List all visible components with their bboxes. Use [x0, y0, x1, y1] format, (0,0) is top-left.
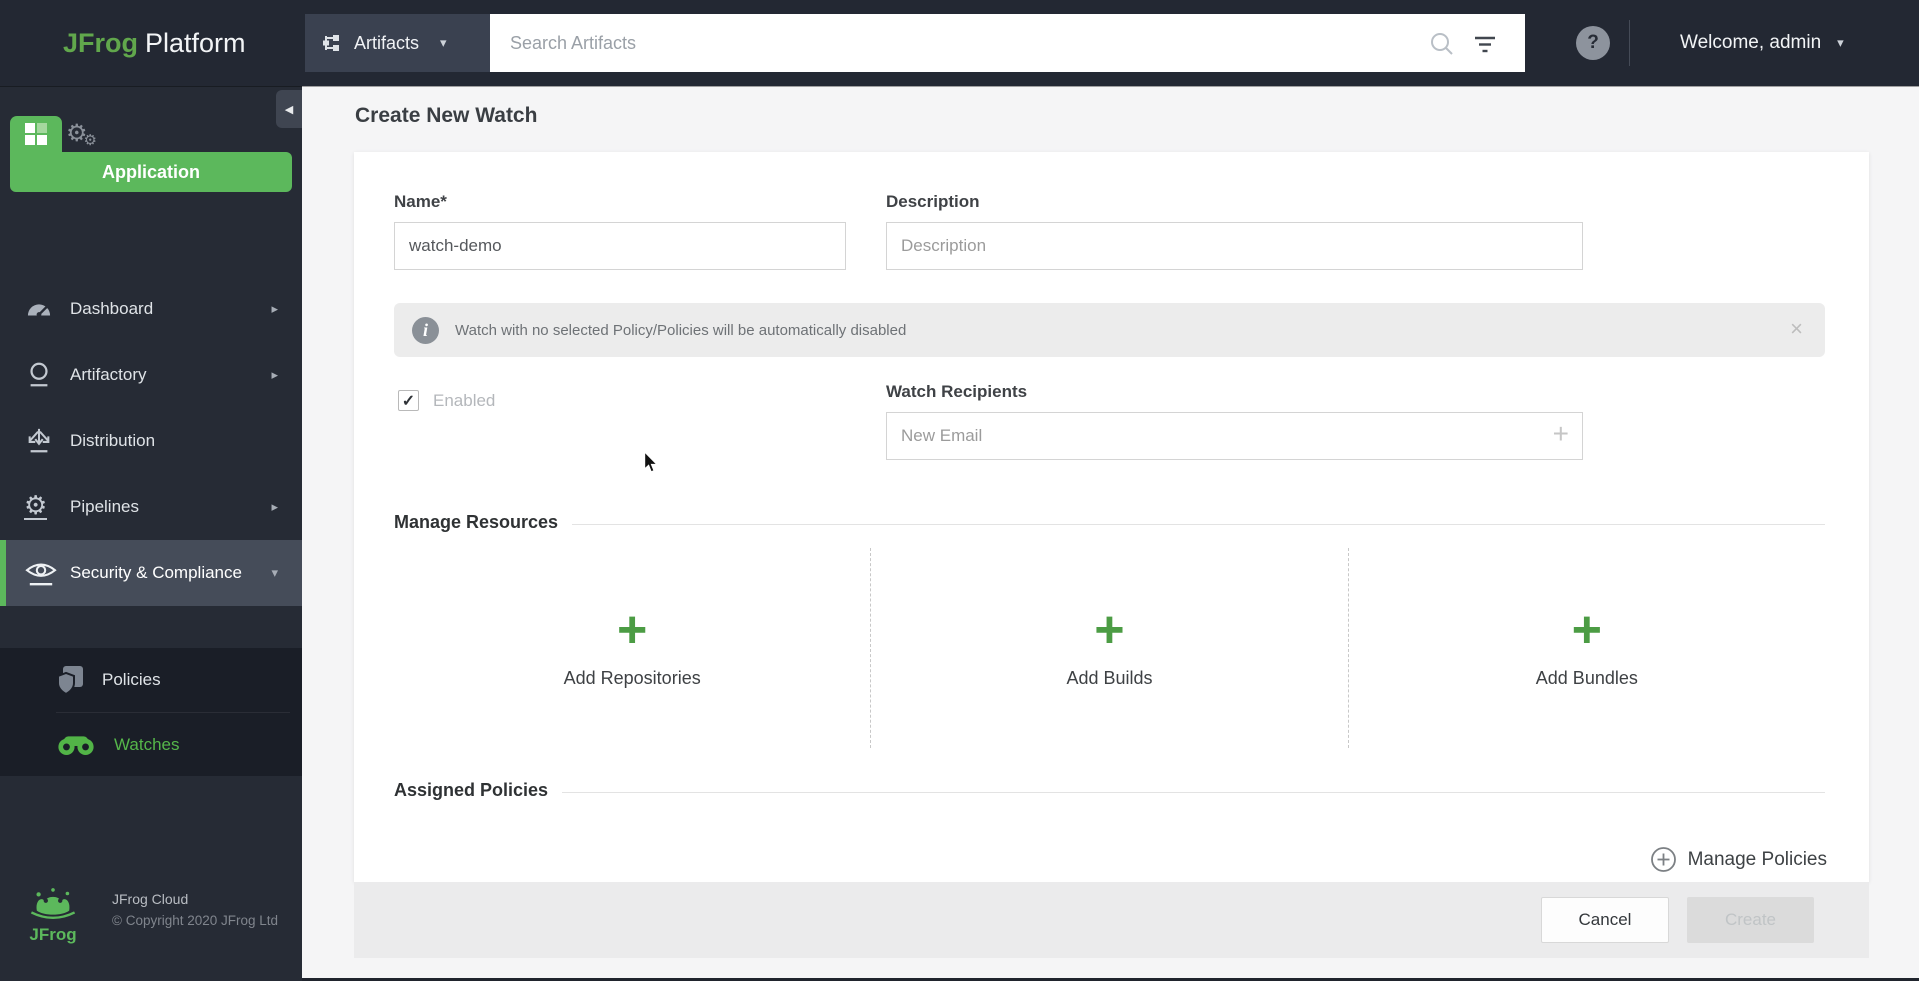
sidebar-item-dashboard[interactable]: Dashboard ▸: [0, 276, 302, 342]
plus-icon: +: [1571, 600, 1602, 659]
sidebar-item-label: Pipelines: [70, 497, 139, 516]
distribution-icon: [24, 427, 70, 455]
plus-icon: +: [616, 600, 648, 659]
info-banner-message: Watch with no selected Policy/Policies w…: [455, 321, 907, 339]
sidebar-collapse-button[interactable]: ◀: [276, 90, 302, 128]
search-icon[interactable]: [1429, 31, 1455, 57]
description-input[interactable]: [886, 222, 1583, 270]
sidebar: ⚙⚙ Application Dashboard ▸ Artifactory ▸…: [0, 86, 302, 981]
chevron-down-icon: ▾: [1837, 35, 1844, 50]
chevron-right-icon: ▸: [271, 367, 278, 382]
form-footer: Cancel Create: [354, 882, 1869, 958]
grid-icon: [25, 123, 47, 145]
help-glyph: ?: [1587, 32, 1599, 53]
search-bar: [490, 14, 1525, 72]
sidebar-item-label: Artifactory: [70, 365, 147, 384]
assigned-policies-section-header: Assigned Policies: [394, 780, 1825, 801]
plus-circle-icon: [1650, 846, 1677, 873]
context-switcher-label: Artifacts: [354, 32, 420, 53]
top-bar: JFrog Platform Artifacts ▾ Search Artifa…: [0, 0, 1919, 86]
artifactory-icon: [24, 361, 70, 389]
plus-icon: +: [1094, 600, 1125, 659]
name-input[interactable]: [394, 222, 846, 270]
policies-shield-icon: [56, 665, 84, 695]
main-content: ◀ Create New Watch Name* Description i W…: [276, 86, 1919, 981]
chevron-down-icon: ▾: [271, 565, 278, 580]
add-builds-label: Add Builds: [1066, 667, 1153, 688]
logo-text-platform: Platform: [145, 27, 246, 58]
sidebar-item-artifactory[interactable]: Artifactory ▸: [0, 342, 302, 408]
dashboard-gauge-icon: [24, 297, 70, 321]
close-icon[interactable]: ×: [1790, 316, 1803, 342]
sidebar-item-pipelines[interactable]: ⚙ Pipelines ▸: [0, 474, 302, 540]
add-repositories-label: Add Repositories: [563, 667, 701, 688]
info-icon: i: [412, 316, 439, 344]
help-icon[interactable]: ?: [1576, 26, 1610, 60]
chevron-right-icon: ▸: [271, 301, 278, 316]
manage-resources-section-header: Manage Resources: [394, 512, 1825, 533]
topbar-divider: [1629, 20, 1630, 66]
cancel-button[interactable]: Cancel: [1541, 897, 1669, 943]
add-repositories-button[interactable]: + Add Repositories: [394, 548, 870, 748]
chevron-down-icon: ▾: [440, 35, 447, 50]
resource-columns: + Add Repositories + Add Builds + Add Bu…: [394, 548, 1825, 748]
copyright-text: © Copyright 2020 JFrog Ltd: [112, 913, 279, 928]
jfrog-frog-logo: JFrog: [26, 887, 80, 945]
manage-policies-label: Manage Policies: [1687, 848, 1827, 870]
name-label: Name*: [394, 192, 447, 211]
enabled-label: Enabled: [433, 390, 496, 410]
sidebar-item-label: Dashboard: [70, 299, 154, 318]
application-grid-tab[interactable]: [10, 116, 62, 152]
logo-text-jfrog: JFrog: [63, 27, 139, 58]
security-submenu: Policies Watches: [0, 648, 302, 776]
sidebar-item-label: Policies: [102, 670, 161, 689]
add-builds-button[interactable]: + Add Builds: [870, 548, 1347, 748]
sidebar-item-security-compliance[interactable]: Security & Compliance ▾: [0, 540, 302, 606]
sidebar-item-policies[interactable]: Policies: [0, 648, 302, 712]
add-email-icon[interactable]: +: [1553, 418, 1569, 450]
manage-resources-title: Manage Resources: [394, 512, 559, 532]
user-menu[interactable]: Welcome, admin ▾: [1680, 0, 1844, 86]
sidebar-item-watches[interactable]: Watches: [0, 713, 302, 777]
settings-gears-icon[interactable]: ⚙⚙: [66, 119, 101, 149]
application-banner[interactable]: Application: [10, 152, 292, 192]
enabled-checkbox[interactable]: ✓: [398, 390, 419, 411]
tree-icon: [321, 32, 341, 54]
new-email-input[interactable]: [886, 412, 1583, 460]
manage-policies-link[interactable]: Manage Policies: [1650, 846, 1827, 873]
description-label: Description: [886, 192, 980, 211]
user-menu-label: Welcome, admin: [1680, 32, 1822, 53]
add-bundles-button[interactable]: + Add Bundles: [1347, 548, 1825, 748]
context-switcher-artifacts[interactable]: Artifacts ▾: [305, 14, 490, 72]
filter-icon[interactable]: [1473, 35, 1497, 55]
watches-goggles-icon: [56, 733, 96, 757]
enabled-row: ✓ Enabled: [398, 390, 495, 411]
check-icon: ✓: [401, 392, 416, 410]
gear-small-icon: ⚙: [83, 132, 97, 149]
pipelines-icon: ⚙: [24, 490, 48, 520]
jfrog-platform-screen: JFrog Platform Artifacts ▾ Search Artifa…: [0, 0, 1919, 981]
collapse-left-icon: ◀: [284, 103, 294, 116]
chevron-right-icon: ▸: [271, 499, 278, 514]
frog-logo-text: JFrog: [29, 925, 77, 944]
sidebar-item-label: Distribution: [70, 431, 156, 450]
eye-icon: [24, 559, 70, 587]
sidebar-item-label: Security & Compliance: [70, 563, 242, 582]
section-divider-line: [572, 524, 1825, 525]
watch-recipients-label: Watch Recipients: [886, 382, 1028, 401]
application-banner-label: Application: [102, 161, 200, 182]
sidebar-item-label: Watches: [114, 735, 180, 754]
create-button[interactable]: Create: [1687, 897, 1814, 943]
product-name: JFrog Cloud: [112, 891, 189, 907]
info-banner: i Watch with no selected Policy/Policies…: [394, 303, 1825, 357]
page-title: Create New Watch: [355, 104, 538, 127]
watch-recipients-field: +: [886, 412, 1583, 460]
watch-form-card: Name* Description i Watch with no select…: [354, 152, 1869, 882]
search-input[interactable]: [490, 14, 1525, 72]
section-divider-line: [562, 792, 1825, 793]
sidebar-item-distribution[interactable]: Distribution: [0, 408, 302, 474]
assigned-policies-title: Assigned Policies: [394, 780, 549, 800]
jfrog-platform-logo[interactable]: JFrog Platform: [63, 0, 246, 86]
add-bundles-label: Add Bundles: [1535, 667, 1638, 688]
